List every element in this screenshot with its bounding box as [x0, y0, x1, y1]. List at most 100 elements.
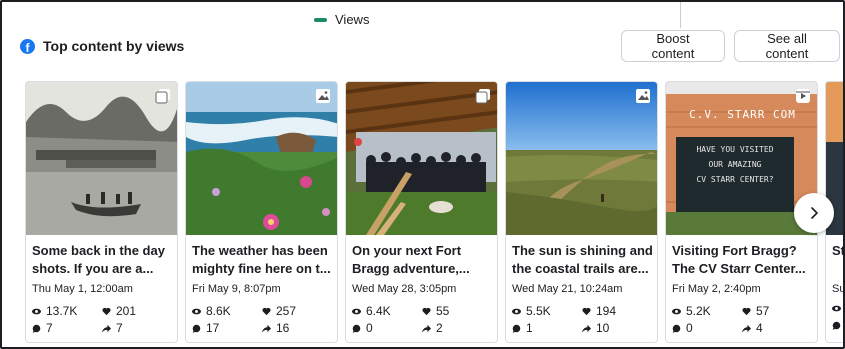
eye-icon	[832, 305, 841, 312]
sign-title: C.V. STARR COM	[689, 108, 796, 121]
post-thumbnail[interactable]	[506, 82, 657, 235]
views-stat: 13.7K	[32, 304, 77, 318]
share-icon	[262, 324, 271, 333]
comments-count: 0	[366, 321, 373, 335]
boost-content-button[interactable]: Boost content	[621, 30, 725, 62]
post-date: Fri May 9, 8:07pm	[192, 283, 281, 295]
likes-stat: 194	[582, 304, 616, 318]
views-stat: 6.4K	[352, 304, 391, 318]
share-icon	[742, 324, 751, 333]
views-count: 6.4K	[366, 304, 391, 318]
post-date: Su	[832, 283, 845, 295]
heart-icon	[582, 307, 591, 315]
comments-stat: 7	[32, 321, 53, 335]
likes-count: 55	[436, 304, 450, 318]
eye-icon	[512, 308, 521, 314]
chart-legend: Views	[314, 12, 369, 27]
comments-stat: 0	[352, 321, 373, 335]
post-caption: Some back in the day shots. If you are a…	[32, 243, 165, 276]
sign-line: CV STARR CENTER?	[696, 175, 774, 184]
eye-icon	[352, 308, 361, 314]
reel-icon	[796, 89, 810, 103]
post-thumbnail[interactable]	[346, 82, 497, 235]
post-caption: The weather has been mighty fine here on…	[192, 243, 331, 276]
post-thumbnail[interactable]	[26, 82, 177, 235]
post-date: Fri May 2, 2:40pm	[672, 283, 761, 295]
heart-icon	[262, 307, 271, 315]
content-card[interactable]: The sun is shining and the coastal trail…	[505, 81, 658, 343]
shares-count: 7	[116, 321, 123, 335]
comment-icon	[512, 324, 521, 333]
comments-stat	[832, 321, 841, 330]
content-card[interactable]: On your next Fort Bragg adventure,... We…	[345, 81, 498, 343]
legend-swatch	[314, 17, 327, 22]
section-header: f Top content by views	[20, 38, 184, 54]
sign-line: OUR AMAZING	[708, 160, 762, 169]
shares-stat: 7	[102, 321, 123, 335]
likes-stat: 57	[742, 304, 769, 318]
share-icon	[102, 324, 111, 333]
heart-icon	[422, 307, 431, 315]
comments-stat: 0	[672, 321, 693, 335]
post-caption: The sun is shining and the coastal trail…	[512, 243, 653, 276]
views-stat: 5.5K	[512, 304, 551, 318]
views-count: 13.7K	[46, 304, 78, 318]
post-caption: St lo	[832, 243, 845, 258]
views-stat: 5.2K	[672, 304, 711, 318]
likes-stat: 201	[102, 304, 136, 318]
shares-stat: 4	[742, 321, 763, 335]
sign-line: HAVE YOU VISITED	[696, 145, 774, 154]
shares-count: 2	[436, 321, 443, 335]
content-card[interactable]: Some back in the day shots. If you are a…	[25, 81, 178, 343]
views-stat: 8.6K	[192, 304, 231, 318]
comment-icon	[32, 324, 41, 333]
comment-icon	[192, 324, 201, 333]
comment-icon	[672, 324, 681, 333]
multi-photo-icon	[475, 89, 490, 104]
post-thumbnail[interactable]	[186, 82, 337, 235]
comments-count: 1	[526, 321, 533, 335]
comments-count: 7	[46, 321, 53, 335]
shares-count: 16	[276, 321, 290, 335]
comments-stat: 17	[192, 321, 219, 335]
share-icon	[422, 324, 431, 333]
post-date: Thu May 1, 12:00am	[32, 283, 133, 295]
likes-count: 57	[756, 304, 770, 318]
post-caption: Visiting Fort Bragg? The CV Starr Center…	[672, 243, 806, 276]
eye-icon	[192, 308, 201, 314]
content-card[interactable]: The weather has been mighty fine here on…	[185, 81, 338, 343]
shares-stat: 2	[422, 321, 443, 335]
section-title: Top content by views	[43, 38, 185, 54]
photo-icon	[636, 89, 650, 103]
likes-count: 194	[596, 304, 617, 318]
views-count: 5.5K	[526, 304, 551, 318]
comment-icon	[352, 324, 361, 333]
share-icon	[582, 324, 591, 333]
likes-count: 201	[116, 304, 137, 318]
views-count: 8.6K	[206, 304, 231, 318]
comment-icon	[832, 321, 841, 330]
eye-icon	[32, 308, 41, 314]
comments-count: 0	[686, 321, 693, 335]
top-content-panel: Views f Top content by views Boost conte…	[0, 0, 845, 349]
likes-stat: 257	[262, 304, 296, 318]
post-date: Wed May 21, 10:24am	[512, 283, 623, 295]
comments-stat: 1	[512, 321, 533, 335]
see-all-content-button[interactable]: See all content	[734, 30, 840, 62]
shares-stat: 10	[582, 321, 609, 335]
facebook-icon: f	[20, 38, 35, 54]
sign-text: HAVE YOU VISITED OUR AMAZING CV STARR CE…	[676, 142, 794, 187]
views-stat	[832, 304, 841, 313]
content-carousel: Some back in the day shots. If you are a…	[25, 81, 845, 343]
carousel-next-button[interactable]	[794, 193, 834, 233]
shares-stat: 16	[262, 321, 289, 335]
heart-icon	[102, 307, 111, 315]
shares-count: 10	[596, 321, 610, 335]
post-date: Wed May 28, 3:05pm	[352, 283, 457, 295]
post-caption: On your next Fort Bragg adventure,...	[352, 243, 470, 276]
chevron-right-icon	[811, 207, 818, 219]
eye-icon	[672, 308, 681, 314]
likes-count: 257	[276, 304, 297, 318]
photo-icon	[316, 89, 330, 103]
shares-count: 4	[756, 321, 763, 335]
